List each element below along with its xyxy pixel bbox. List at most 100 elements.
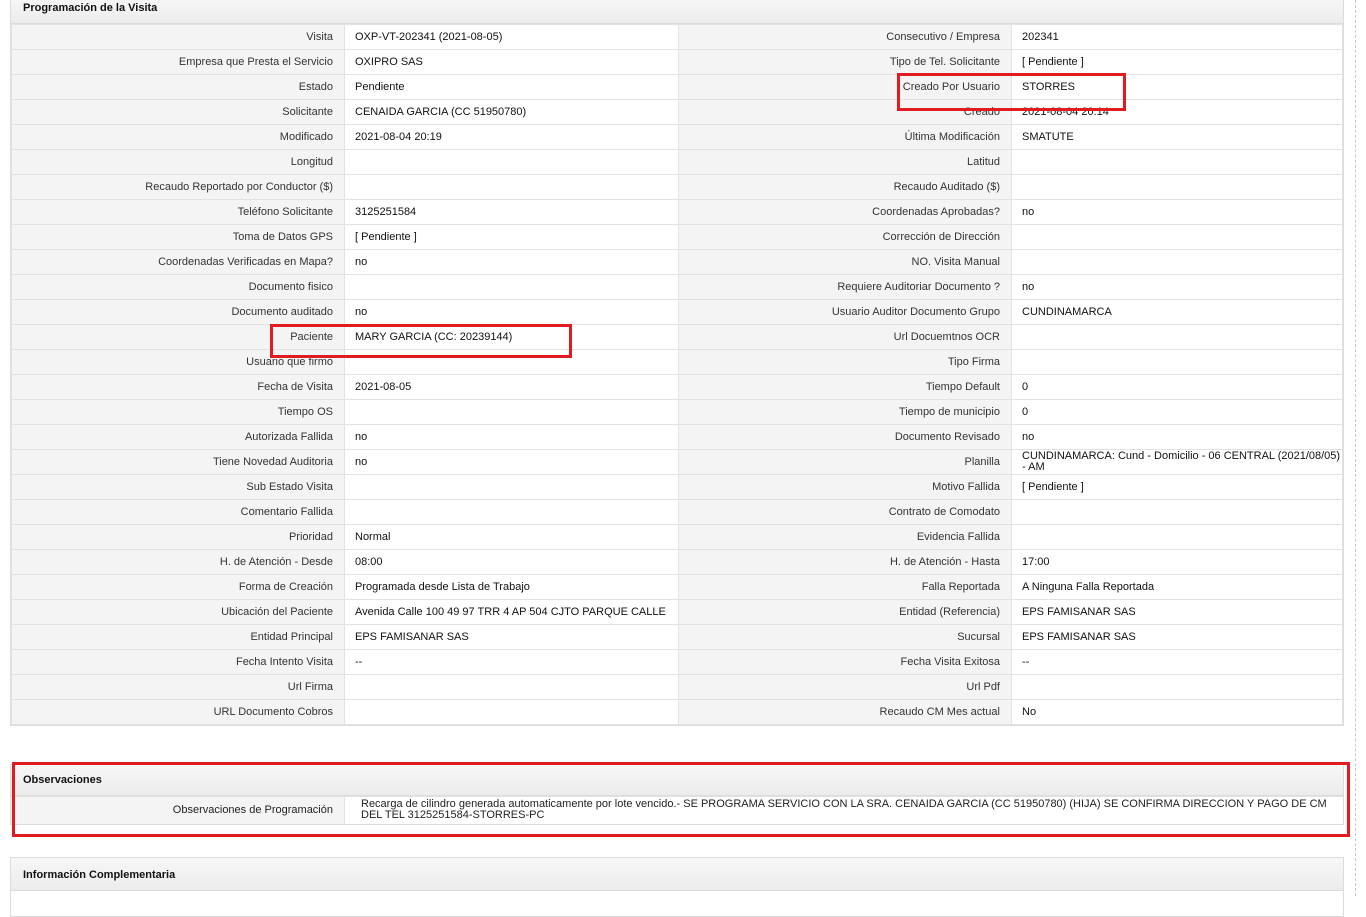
section-title-info-complementaria: Información Complementaria [11,858,1343,891]
field-value-no-visita-manual [1011,249,1343,275]
table-row: URL Documento Cobros Recaudo CM Mes actua… [11,699,1343,725]
field-label-requiere-auditoriar-documento: Requiere Auditoriar Documento ? [678,274,1012,300]
field-value-prioridad: Normal [344,524,679,550]
field-label-url-docuemtnos-ocr: Url Docuemtnos OCR [678,324,1012,350]
field-label-h-de-atencion-desde: H. de Atención - Desde [11,549,345,575]
field-label-tiene-novedad-auditoria: Tiene Novedad Auditoria [11,449,345,475]
field-value-documento-auditado: no [344,299,679,325]
observaciones-section: Observaciones Observaciones de Programac… [10,764,1344,825]
table-row: Visita OXP-VT-202341 (2021-08-05) Consecut… [11,24,1343,50]
field-value-entidad-referencia: EPS FAMISANAR SAS [1011,599,1343,625]
field-value-falla-reportada: A Ninguna Falla Reportada [1011,574,1343,600]
field-value-contrato-de-comodato [1011,499,1343,525]
table-row: Prioridad Normal Evidencia Fallida [11,524,1343,550]
field-value-consecutivo-empresa: 202341 [1011,24,1343,50]
field-label-no-visita-manual: NO. Visita Manual [678,249,1012,275]
table-row: Recaudo Reportado por Conductor ($) Recau… [11,174,1343,200]
field-label-evidencia-fallida: Evidencia Fallida [678,524,1012,550]
field-label-tipo-firma: Tipo Firma [678,349,1012,375]
field-label-creado-por-usuario: Creado Por Usuario [678,74,1012,100]
field-value-url-pdf [1011,674,1343,700]
field-label-toma-de-datos-gps: Toma de Datos GPS [11,224,345,250]
field-label-sucursal: Sucursal [678,624,1012,650]
field-value-h-de-atencion-desde: 08:00 [344,549,679,575]
table-row: Fecha de Visita 2021-08-05 Tiempo Default… [11,374,1343,400]
field-label-fecha-intento-visita: Fecha Intento Visita [11,649,345,675]
table-row: Ubicación del Paciente Avenida Calle 100 … [11,599,1343,625]
field-value-tipo-firma [1011,349,1343,375]
field-value-entidad-principal: EPS FAMISANAR SAS [344,624,679,650]
table-row: Empresa que Presta el Servicio OXIPRO SAS… [11,49,1343,75]
field-value-recaudo-reportado-por-conductor [344,174,679,200]
field-value-url-documento-cobros [344,699,679,725]
field-label-coordenadas-verificadas-en-mapa: Coordenadas Verificadas en Mapa? [11,249,345,275]
field-value-latitud [1011,149,1343,175]
field-label-fecha-de-visita: Fecha de Visita [11,374,345,400]
table-row: Coordenadas Verificadas en Mapa? no NO. V… [11,249,1343,275]
field-value-fecha-intento-visita: -- [344,649,679,675]
field-label-prioridad: Prioridad [11,524,345,550]
field-value-recaudo-auditado [1011,174,1343,200]
field-value-fecha-de-visita: 2021-08-05 [344,374,679,400]
table-row: Fecha Intento Visita -- Fecha Visita Exit… [11,649,1343,675]
field-value-planilla: CUNDINAMARCA: Cund - Domicilio - 06 CENT… [1011,449,1343,475]
field-value-recaudo-cm-mes-actual: No [1011,699,1343,725]
field-label-tiempo-default: Tiempo Default [678,374,1012,400]
field-value-tiene-novedad-auditoria: no [344,449,679,475]
field-label-recaudo-cm-mes-actual: Recaudo CM Mes actual [678,699,1012,725]
field-label-url-firma: Url Firma [11,674,345,700]
field-label-url-pdf: Url Pdf [678,674,1012,700]
field-value-sucursal: EPS FAMISANAR SAS [1011,624,1343,650]
field-label-fecha-visita-exitosa: Fecha Visita Exitosa [678,649,1012,675]
field-value-h-de-atencion-hasta: 17:00 [1011,549,1343,575]
field-label-documento-revisado: Documento Revisado [678,424,1012,450]
field-label-tipo-de-tel-solicitante: Tipo de Tel. Solicitante [678,49,1012,75]
field-label-tiempo-de-municipio: Tiempo de municipio [678,399,1012,425]
field-value-fecha-visita-exitosa: -- [1011,649,1343,675]
field-value-coordenadas-verificadas-en-mapa: no [344,249,679,275]
field-label-telefono-solicitante: Teléfono Solicitante [11,199,345,225]
field-label-correccion-de-direccion: Corrección de Dirección [678,224,1012,250]
field-label-solicitante: Solicitante [11,99,345,125]
field-label-sub-estado-visita: Sub Estado Visita [11,474,345,500]
table-row: Documento auditado no Usuario Auditor Doc… [11,299,1343,325]
field-value-motivo-fallida: [ Pendiente ] [1011,474,1343,500]
field-label-usuario-que-firmo: Usuario que firmo [11,349,345,375]
table-row: Toma de Datos GPS[ Pendiente ] Corrección… [11,224,1343,250]
field-value-url-firma [344,674,679,700]
field-value-tiempo-os [344,399,679,425]
table-row: Longitud Latitud [11,149,1343,175]
table-row: Estado Pendiente Creado Por Usuario STORRES [11,74,1343,100]
field-value-empresa-que-presta-el-servicio: OXIPRO SAS [344,49,679,75]
field-label-paciente: Paciente [11,324,345,350]
field-value-visita: OXP-VT-202341 (2021-08-05) [344,24,679,50]
field-label-empresa-que-presta-el-servicio: Empresa que Presta el Servicio [11,49,345,75]
field-label-motivo-fallida: Motivo Fallida [678,474,1012,500]
field-value-creado-por-usuario: STORRES [1011,74,1343,100]
field-label-coordenadas-aprobadas: Coordenadas Aprobadas? [678,199,1012,225]
table-row: Documento fisico Requiere Auditoriar Docu… [11,274,1343,300]
field-label-longitud: Longitud [11,149,345,175]
field-label-estado: Estado [11,74,345,100]
field-label-consecutivo-empresa: Consecutivo / Empresa [678,24,1012,50]
table-row: Tiene Novedad Auditoria no Planilla CUNDIN… [11,449,1343,475]
field-value-correccion-de-direccion [1011,224,1343,250]
section-title-observaciones: Observaciones [11,765,1343,796]
field-label-recaudo-reportado-por-conductor: Recaudo Reportado por Conductor ($) [11,174,345,200]
field-label-h-de-atencion-hasta: H. de Atención - Hasta [678,549,1012,575]
field-label-modificado: Modificado [11,124,345,150]
field-label-comentario-fallida: Comentario Fallida [11,499,345,525]
field-label-entidad-referencia: Entidad (Referencia) [678,599,1012,625]
field-label-recaudo-auditado: Recaudo Auditado ($) [678,174,1012,200]
table-row: Comentario Fallida Contrato de Comodato [11,499,1343,525]
field-value-modificado: 2021-08-04 20:19 [344,124,679,150]
table-row: Sub Estado Visita Motivo Fallida[ Pendien… [11,474,1343,500]
programacion-visita-section: Programación de la Visita Visita OXP-VT-2… [10,0,1344,726]
field-value-paciente: MARY GARCIA (CC: 20239144) [344,324,679,350]
field-value-usuario-que-firmo [344,349,679,375]
field-value-autorizada-fallida: no [344,424,679,450]
field-label-documento-fisico: Documento fisico [11,274,345,300]
field-value-comentario-fallida [344,499,679,525]
table-row: Tiempo OS Tiempo de municipio 0 [11,399,1343,425]
field-value-forma-de-creacion: Programada desde Lista de Trabajo [344,574,679,600]
